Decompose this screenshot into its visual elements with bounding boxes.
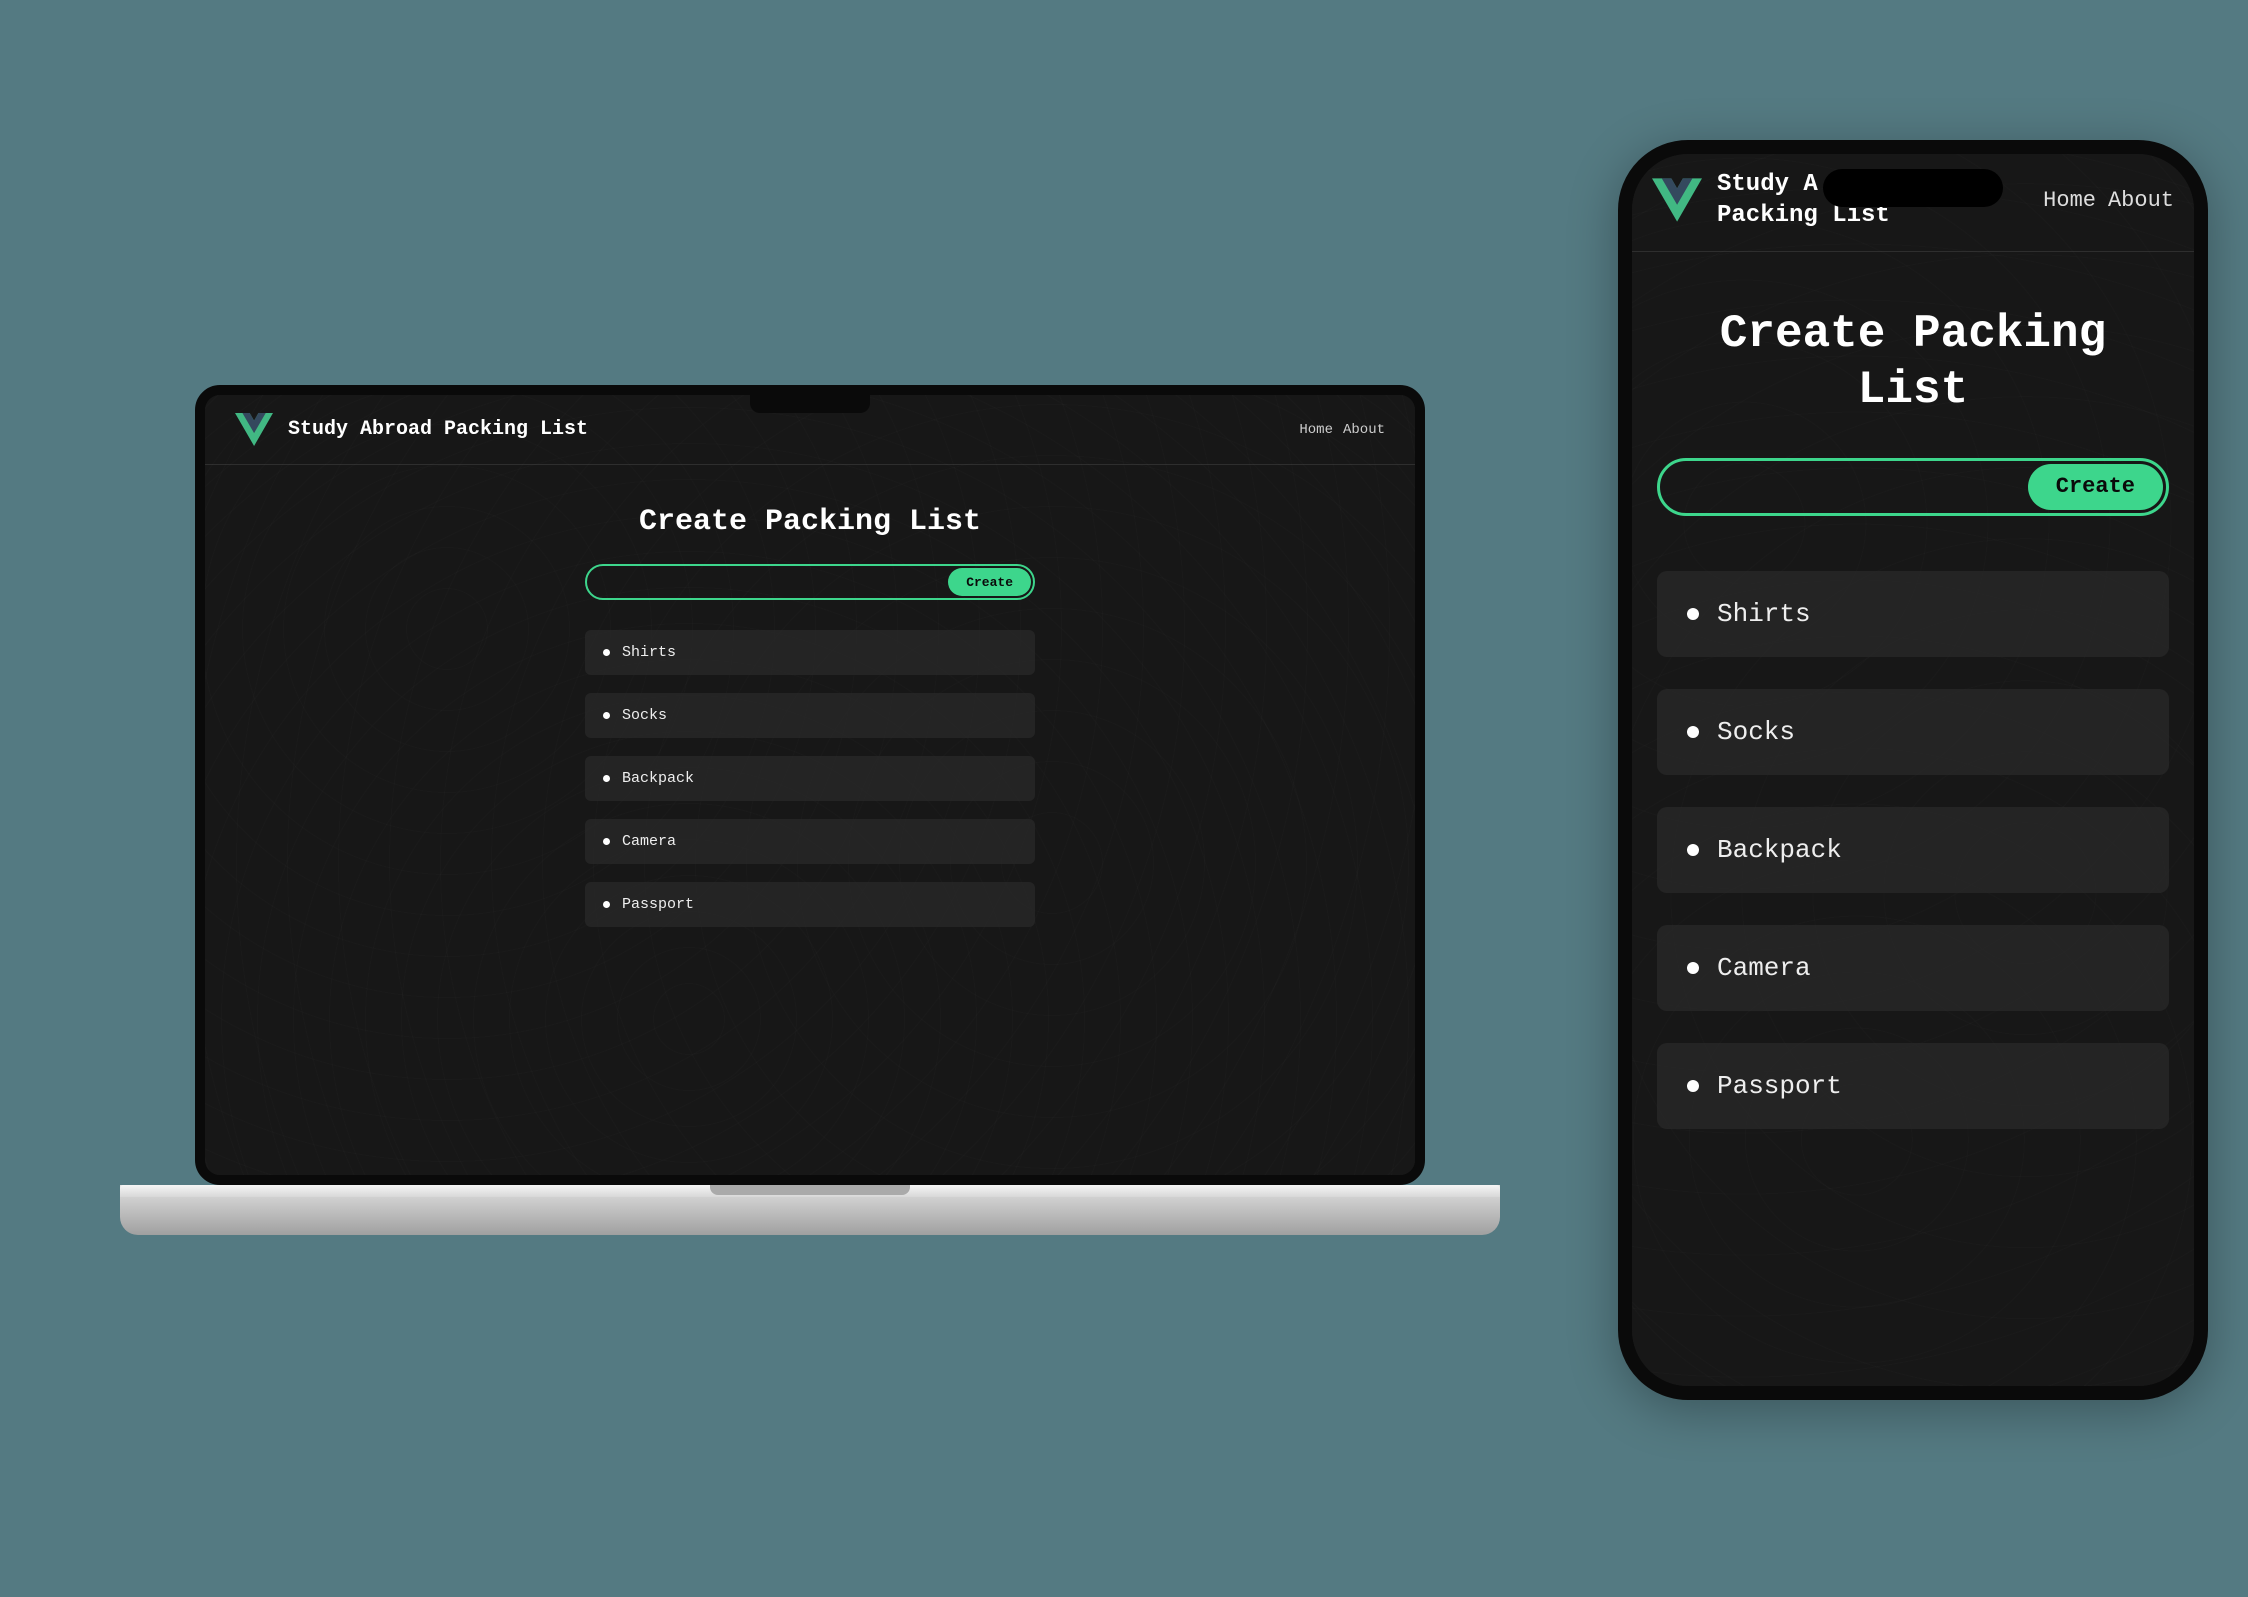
- item-label: Camera: [1717, 953, 1811, 983]
- app-title: Study Abroad Packing List: [288, 418, 588, 441]
- bullet-icon: [1687, 844, 1699, 856]
- create-input-group: Create: [1657, 458, 2169, 516]
- list-item[interactable]: Socks: [1657, 689, 2169, 775]
- nav-home[interactable]: Home: [1299, 422, 1333, 438]
- app-header: Study Abroad Packing List Home About: [205, 413, 1415, 465]
- list-item[interactable]: Backpack: [585, 756, 1035, 801]
- bullet-icon: [603, 712, 610, 719]
- brand[interactable]: Study Abroad Packing List: [235, 413, 588, 446]
- create-input-group: Create: [585, 564, 1035, 600]
- laptop-screen: Study Abroad Packing List Home About Cre…: [195, 385, 1425, 1185]
- item-label: Socks: [1717, 717, 1795, 747]
- nav-about[interactable]: About: [2108, 188, 2174, 213]
- list-item[interactable]: Camera: [585, 819, 1035, 864]
- item-label: Shirts: [1717, 599, 1811, 629]
- list-item[interactable]: Passport: [1657, 1043, 2169, 1129]
- laptop-base: [120, 1185, 1500, 1235]
- item-label: Passport: [622, 896, 694, 913]
- item-name-input[interactable]: [587, 566, 946, 598]
- laptop-notch: [750, 395, 870, 413]
- vue-logo-icon: [1652, 178, 1702, 222]
- packing-items-list: Shirts Socks Backpack Camera: [585, 630, 1035, 927]
- bullet-icon: [1687, 608, 1699, 620]
- nav-links: Home About: [2043, 188, 2174, 213]
- bullet-icon: [1687, 726, 1699, 738]
- list-item[interactable]: Backpack: [1657, 807, 2169, 893]
- phone-dynamic-island: [1823, 169, 2003, 207]
- item-name-input[interactable]: [1660, 461, 2025, 513]
- item-label: Shirts: [622, 644, 676, 661]
- list-item[interactable]: Camera: [1657, 925, 2169, 1011]
- item-label: Passport: [1717, 1071, 1842, 1101]
- bullet-icon: [603, 838, 610, 845]
- bullet-icon: [603, 649, 610, 656]
- main-content: Create Packing List Create Shirts Socks: [205, 465, 1415, 927]
- create-button[interactable]: Create: [948, 568, 1031, 596]
- phone-device-mockup: Study A Packing List Home About Create P…: [1618, 140, 2208, 1400]
- list-item[interactable]: Socks: [585, 693, 1035, 738]
- item-label: Backpack: [1717, 835, 1842, 865]
- packing-items-list: Shirts Socks Backpack Camera Passport: [1657, 571, 2169, 1129]
- page-heading: Create Packing List: [639, 505, 981, 539]
- main-content: Create Packing List Create Shirts Socks …: [1632, 252, 2194, 1128]
- list-item[interactable]: Passport: [585, 882, 1035, 927]
- item-label: Backpack: [622, 770, 694, 787]
- phone-app-viewport: Study A Packing List Home About Create P…: [1632, 154, 2194, 1386]
- bullet-icon: [603, 901, 610, 908]
- bullet-icon: [1687, 1080, 1699, 1092]
- item-label: Camera: [622, 833, 676, 850]
- nav-home[interactable]: Home: [2043, 188, 2096, 213]
- vue-logo-icon: [235, 413, 273, 446]
- bullet-icon: [1687, 962, 1699, 974]
- create-button[interactable]: Create: [2028, 464, 2163, 510]
- list-item[interactable]: Shirts: [585, 630, 1035, 675]
- bullet-icon: [603, 775, 610, 782]
- item-label: Socks: [622, 707, 667, 724]
- list-item[interactable]: Shirts: [1657, 571, 2169, 657]
- laptop-app-viewport: Study Abroad Packing List Home About Cre…: [205, 395, 1415, 1175]
- page-heading: Create Packing List: [1657, 307, 2169, 417]
- nav-about[interactable]: About: [1343, 422, 1385, 438]
- nav-links: Home About: [1299, 422, 1385, 438]
- laptop-device-mockup: Study Abroad Packing List Home About Cre…: [120, 385, 1500, 1295]
